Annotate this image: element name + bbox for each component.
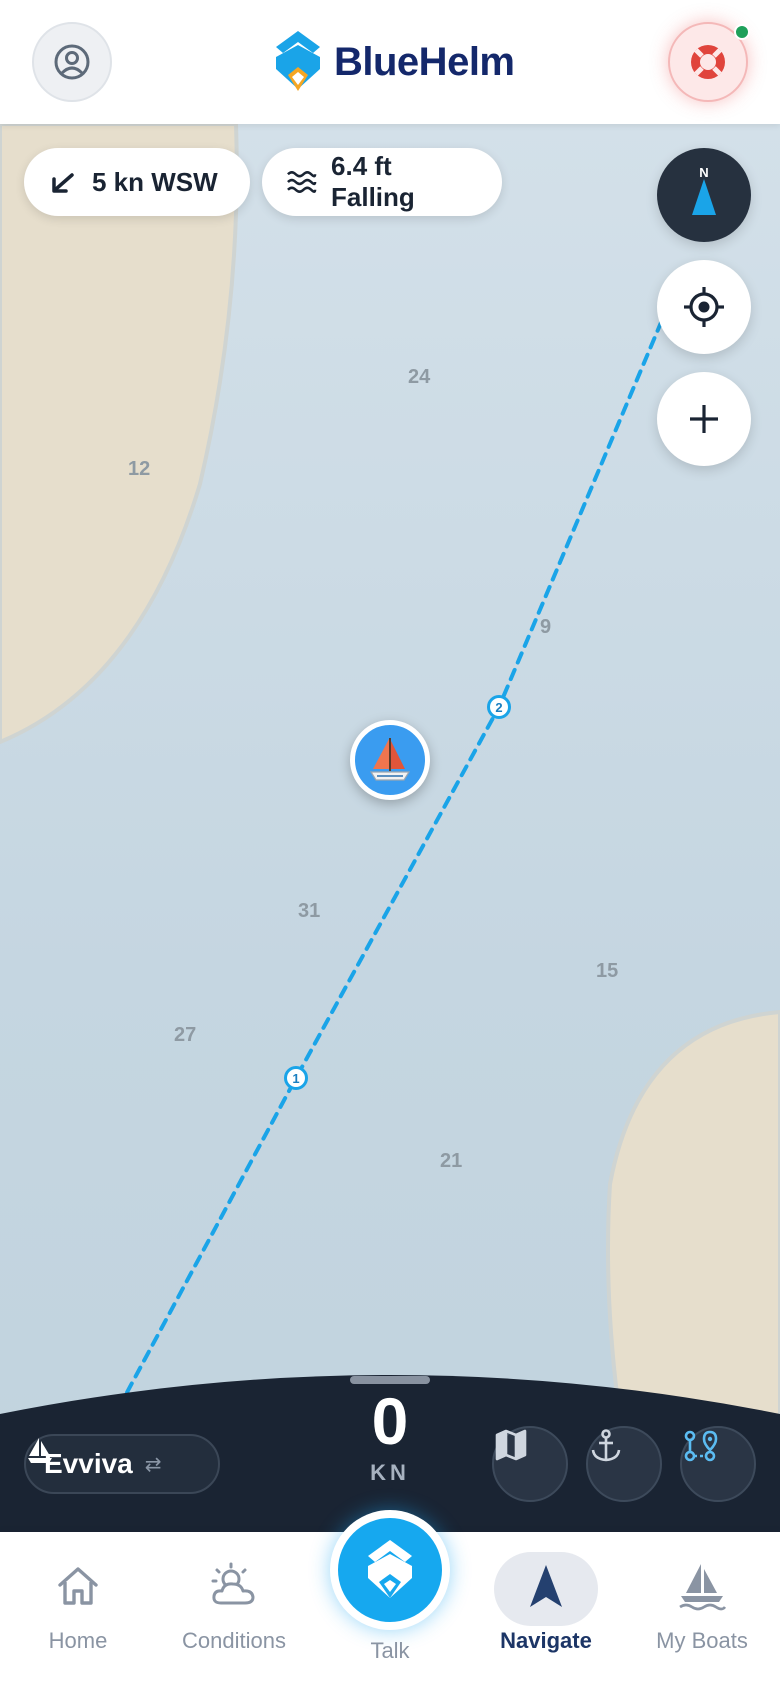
depth-sounding: 9 [540, 616, 552, 638]
sailboat-icon [369, 738, 411, 781]
waypoint-1-label: 1 [292, 1070, 300, 1086]
route-planner-button[interactable] [680, 1426, 756, 1502]
tide-text: 6.4 ft Falling [331, 151, 415, 212]
nav-tab-home[interactable]: Home [0, 1552, 156, 1672]
vessel-name: Evviva [44, 1448, 133, 1479]
user-icon [54, 44, 90, 80]
lifebuoy-icon [691, 45, 725, 79]
profile-button[interactable] [32, 22, 112, 102]
nav-tab-my-boats[interactable]: My Boats [624, 1552, 780, 1672]
boat-position-marker[interactable] [350, 720, 430, 800]
speed-unit: KN [370, 1460, 410, 1485]
nav-tab-navigate[interactable]: Navigate [468, 1552, 624, 1672]
wind-chip[interactable]: 5 kn WSW [24, 148, 250, 216]
depth-sounding: 21 [440, 1150, 463, 1172]
wind-direction-arrow-icon [52, 173, 74, 193]
depth-sounding: 27 [174, 1024, 197, 1046]
depth-sounding: 24 [408, 366, 431, 388]
depth-sounding: 12 [128, 458, 151, 480]
nav-label-navigate: Navigate [500, 1628, 592, 1653]
anchor-icon [591, 1429, 621, 1462]
online-status-dot [734, 24, 750, 40]
nav-label-my-boats: My Boats [656, 1628, 748, 1653]
swap-icon: ⇄ [144, 1453, 162, 1476]
route-icon [684, 1430, 718, 1462]
nav-label-home: Home [48, 1628, 108, 1653]
tide-chip[interactable]: 6.4 ft Falling [262, 148, 502, 216]
sailboat-outline-icon [28, 1438, 52, 1463]
locate-me-button[interactable] [657, 260, 751, 354]
land-left [0, 124, 239, 745]
nav-label-conditions: Conditions [182, 1628, 286, 1653]
anchor-watch-button[interactable] [586, 1426, 662, 1502]
navigation-arrow-icon [530, 1565, 562, 1607]
boats-icon [679, 1564, 727, 1611]
nav-label-talk: Talk [370, 1638, 410, 1663]
map-icon [495, 1429, 527, 1461]
nav-tab-conditions[interactable]: Conditions [156, 1552, 312, 1672]
waypoint-2[interactable]: 2 [487, 695, 511, 719]
zoom-in-button[interactable] [657, 372, 751, 466]
app-header: BlueHelm [0, 0, 780, 124]
map-layer [0, 124, 780, 1532]
speed-value: 0 [371, 1384, 409, 1458]
home-icon [58, 1567, 98, 1605]
plus-icon [690, 405, 718, 433]
vessel-switcher-button[interactable]: Evviva ⇄ [24, 1434, 220, 1494]
compass-arrow-icon [692, 179, 716, 215]
waves-icon [287, 171, 317, 193]
depth-sounding: 15 [596, 960, 619, 982]
waypoint-2-label: 2 [495, 699, 503, 715]
navigation-panel: Evviva ⇄ 0 KN [0, 1366, 780, 1532]
speed-readout: 0 KN [330, 1388, 450, 1486]
drag-handle[interactable] [350, 1376, 430, 1384]
partly-cloudy-icon [211, 1562, 255, 1605]
bluehelm-logo-icon [276, 31, 320, 91]
brand-logo: BlueHelm [270, 26, 515, 98]
chart-layers-button[interactable] [492, 1426, 568, 1502]
compass-button[interactable]: N [657, 148, 751, 242]
talk-button-core [338, 1518, 442, 1622]
talk-button[interactable] [330, 1510, 450, 1630]
waypoint-1[interactable]: 1 [284, 1066, 308, 1090]
bluehelm-talk-icon [368, 1540, 412, 1598]
depth-sounding: 31 [298, 900, 321, 922]
nautical-map[interactable]: 1 2 24 12 9 31 15 27 21 5 kn WSW 6.4 ft … [0, 124, 780, 1532]
crosshair-icon [684, 287, 724, 327]
wind-text: 5 kn WSW [92, 166, 218, 197]
brand-name: BlueHelm [334, 39, 515, 84]
